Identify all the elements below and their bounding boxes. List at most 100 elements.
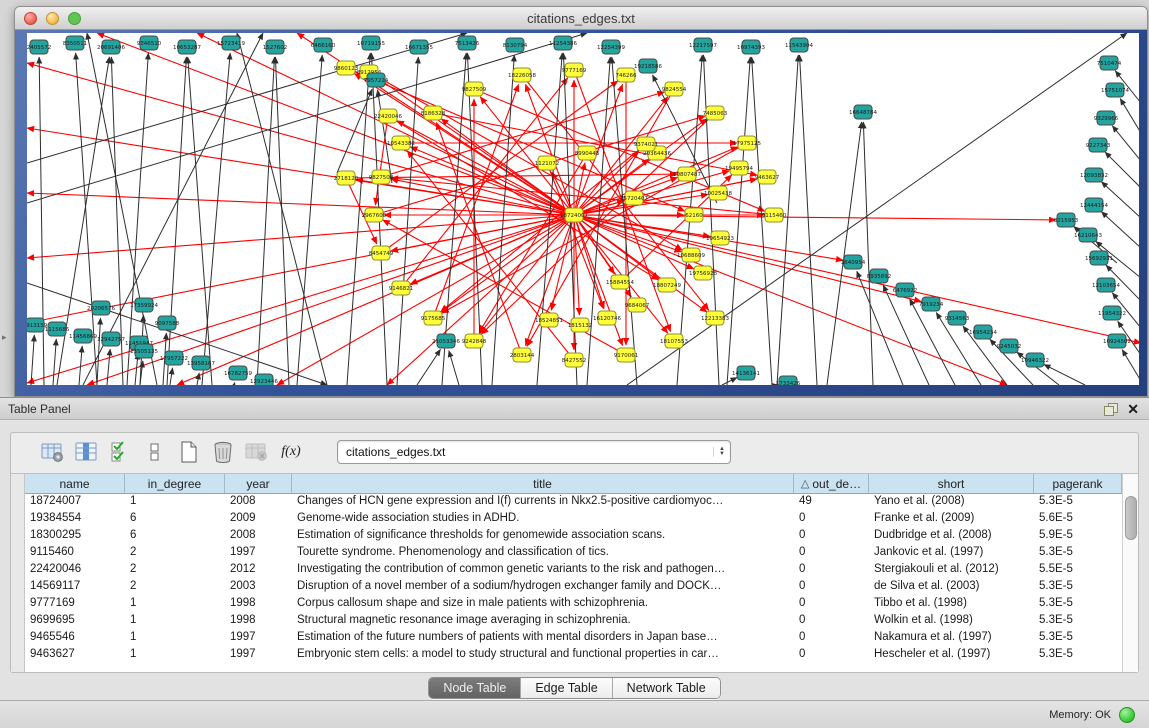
table-settings-icon[interactable]	[39, 439, 67, 465]
cell-pagerank[interactable]: 5.3E-5	[1034, 596, 1122, 612]
cell-pagerank[interactable]: 5.5E-5	[1034, 562, 1122, 578]
cell-in_degree[interactable]: 1	[125, 596, 225, 612]
column-header-title[interactable]: title	[292, 474, 794, 493]
cell-in_degree[interactable]: 1	[125, 647, 225, 663]
column-header-year[interactable]: year	[225, 474, 292, 493]
cell-pagerank[interactable]: 5.6E-5	[1034, 511, 1122, 527]
cell-short[interactable]: Tibbo et al. (1998)	[869, 596, 1034, 612]
cell-pagerank[interactable]: 5.3E-5	[1034, 579, 1122, 595]
cell-in_degree[interactable]: 6	[125, 528, 225, 544]
delete-table-icon[interactable]	[243, 439, 271, 465]
cell-pagerank[interactable]: 5.9E-5	[1034, 528, 1122, 544]
graph-node[interactable]: 9175685	[421, 311, 446, 325]
delete-icon[interactable]	[209, 439, 237, 465]
graph-node[interactable]: 9115460	[762, 208, 787, 222]
cell-out_de[interactable]: 0	[794, 630, 869, 646]
graph-node[interactable]: 9827508	[369, 170, 394, 184]
graph-node[interactable]: 12254399	[597, 40, 625, 54]
column-header-short[interactable]: short	[869, 474, 1034, 493]
table-select-dropdown[interactable]: citations_edges.txt ▲▼	[337, 440, 731, 464]
cell-title[interactable]: Corpus callosum shape and size in male p…	[292, 596, 794, 612]
graph-node[interactable]: 6466160	[311, 38, 336, 52]
table-row[interactable]: 1456911722003Disruption of a novel membe…	[25, 579, 1122, 596]
cell-year[interactable]: 2008	[225, 494, 292, 510]
panel-collapse-arrow[interactable]: ▸	[2, 332, 7, 343]
graph-node[interactable]: 10974393	[737, 40, 765, 54]
cell-title[interactable]: Estimation of significance thresholds fo…	[292, 528, 794, 544]
column-header-in_degree[interactable]: in_degree	[125, 474, 225, 493]
cell-in_degree[interactable]: 1	[125, 630, 225, 646]
graph-node[interactable]: 15751074	[1101, 83, 1129, 97]
cell-out_de[interactable]: 49	[794, 494, 869, 510]
cell-short[interactable]: Franke et al. (2009)	[869, 511, 1034, 527]
graph-node[interactable]: 10653287	[173, 40, 201, 54]
graph-node[interactable]: 10543382	[387, 136, 415, 150]
graph-node[interactable]: 9684067	[625, 298, 650, 312]
rows-icon[interactable]	[141, 439, 169, 465]
scrollbar-thumb[interactable]	[1125, 496, 1137, 540]
cell-year[interactable]: 1997	[225, 630, 292, 646]
cell-name[interactable]: 9699695	[25, 613, 125, 629]
cell-title[interactable]: Tourette syndrome. Phenomenology and cla…	[292, 545, 794, 561]
cell-in_degree[interactable]: 6	[125, 511, 225, 527]
graph-node[interactable]: 9227343	[1086, 138, 1111, 152]
column-header-pagerank[interactable]: pagerank	[1034, 474, 1122, 493]
graph-node[interactable]: 2967608	[362, 208, 387, 222]
tab-network-table[interactable]: Network Table	[613, 678, 720, 698]
graph-node[interactable]: 15884554	[606, 275, 634, 289]
graph-node[interactable]: 16120746	[593, 311, 621, 325]
cell-year[interactable]: 1998	[225, 613, 292, 629]
graph-node[interactable]: 8990443	[575, 146, 600, 160]
graph-node[interactable]: 62160	[685, 208, 703, 222]
graph-node[interactable]: 10807487	[673, 167, 701, 181]
graph-node[interactable]: 9314563	[945, 311, 970, 325]
graph-node[interactable]: 12213383	[701, 311, 729, 325]
graph-node[interactable]: 19218586	[634, 59, 662, 73]
cell-out_de[interactable]: 0	[794, 511, 869, 527]
graph-node[interactable]: 9245032	[997, 339, 1022, 353]
cell-in_degree[interactable]: 2	[125, 545, 225, 561]
table-row[interactable]: 2242004622012Investigating the contribut…	[25, 562, 1122, 579]
graph-node[interactable]: 9170061	[614, 348, 639, 362]
cell-year[interactable]: 2012	[225, 562, 292, 578]
cell-short[interactable]: Hescheler et al. (1997)	[869, 647, 1034, 663]
cell-title[interactable]: Embryonic stem cells: a model to study s…	[292, 647, 794, 663]
graph-node[interactable]: 9242848	[462, 334, 487, 348]
cell-pagerank[interactable]: 5.3E-5	[1034, 647, 1122, 663]
graph-node[interactable]: 21053346	[432, 334, 460, 348]
function-icon[interactable]: f(x)	[277, 439, 305, 465]
cell-short[interactable]: Dudbridge et al. (2008)	[869, 528, 1034, 544]
graph-node[interactable]: 11254386	[549, 36, 577, 50]
graph-node[interactable]: 9097588	[155, 316, 180, 330]
cell-year[interactable]: 2008	[225, 528, 292, 544]
table-row[interactable]: 911546021997Tourette syndrome. Phenomeno…	[25, 545, 1122, 562]
graph-node[interactable]: 1527602	[263, 40, 288, 54]
vertical-scrollbar[interactable]	[1122, 474, 1138, 672]
graph-node[interactable]: 2803144	[510, 348, 535, 362]
graph-node[interactable]: 7513426	[455, 36, 480, 50]
graph-node[interactable]: 9777169	[562, 63, 587, 77]
graph-node[interactable]: 2718120	[334, 171, 359, 185]
cell-year[interactable]: 2009	[225, 511, 292, 527]
graph-node[interactable]: 1733426	[776, 376, 801, 385]
graph-node[interactable]: 1815132	[568, 318, 593, 332]
graph-node[interactable]: 1640954	[841, 255, 866, 269]
graph-node[interactable]: 16648784	[849, 105, 877, 119]
cell-out_de[interactable]: 0	[794, 596, 869, 612]
cell-short[interactable]: de Silva et al. (2003)	[869, 579, 1034, 595]
cell-out_de[interactable]: 0	[794, 647, 869, 663]
graph-node[interactable]: 19495794	[725, 161, 753, 175]
network-canvas[interactable]: 1872400791154609463627179751257485063982…	[27, 33, 1139, 385]
cell-short[interactable]: Yano et al. (2008)	[869, 494, 1034, 510]
graph-node[interactable]: 16954234	[969, 325, 997, 339]
graph-node[interactable]: 15692931	[1085, 251, 1113, 265]
graph-node[interactable]: 12093832	[1080, 168, 1108, 182]
graph-node[interactable]: 9329966	[1094, 111, 1119, 125]
graph-node[interactable]: 8427552	[562, 353, 587, 367]
cell-out_de[interactable]: 0	[794, 579, 869, 595]
table-row[interactable]: 1872400712008Changes of HCN gene express…	[25, 494, 1122, 511]
graph-node[interactable]: 7485063	[703, 106, 728, 120]
window-titlebar[interactable]: citations_edges.txt	[15, 7, 1147, 30]
table-row[interactable]: 1938455462009Genome-wide association stu…	[25, 511, 1122, 528]
row-select-icon[interactable]	[107, 439, 135, 465]
